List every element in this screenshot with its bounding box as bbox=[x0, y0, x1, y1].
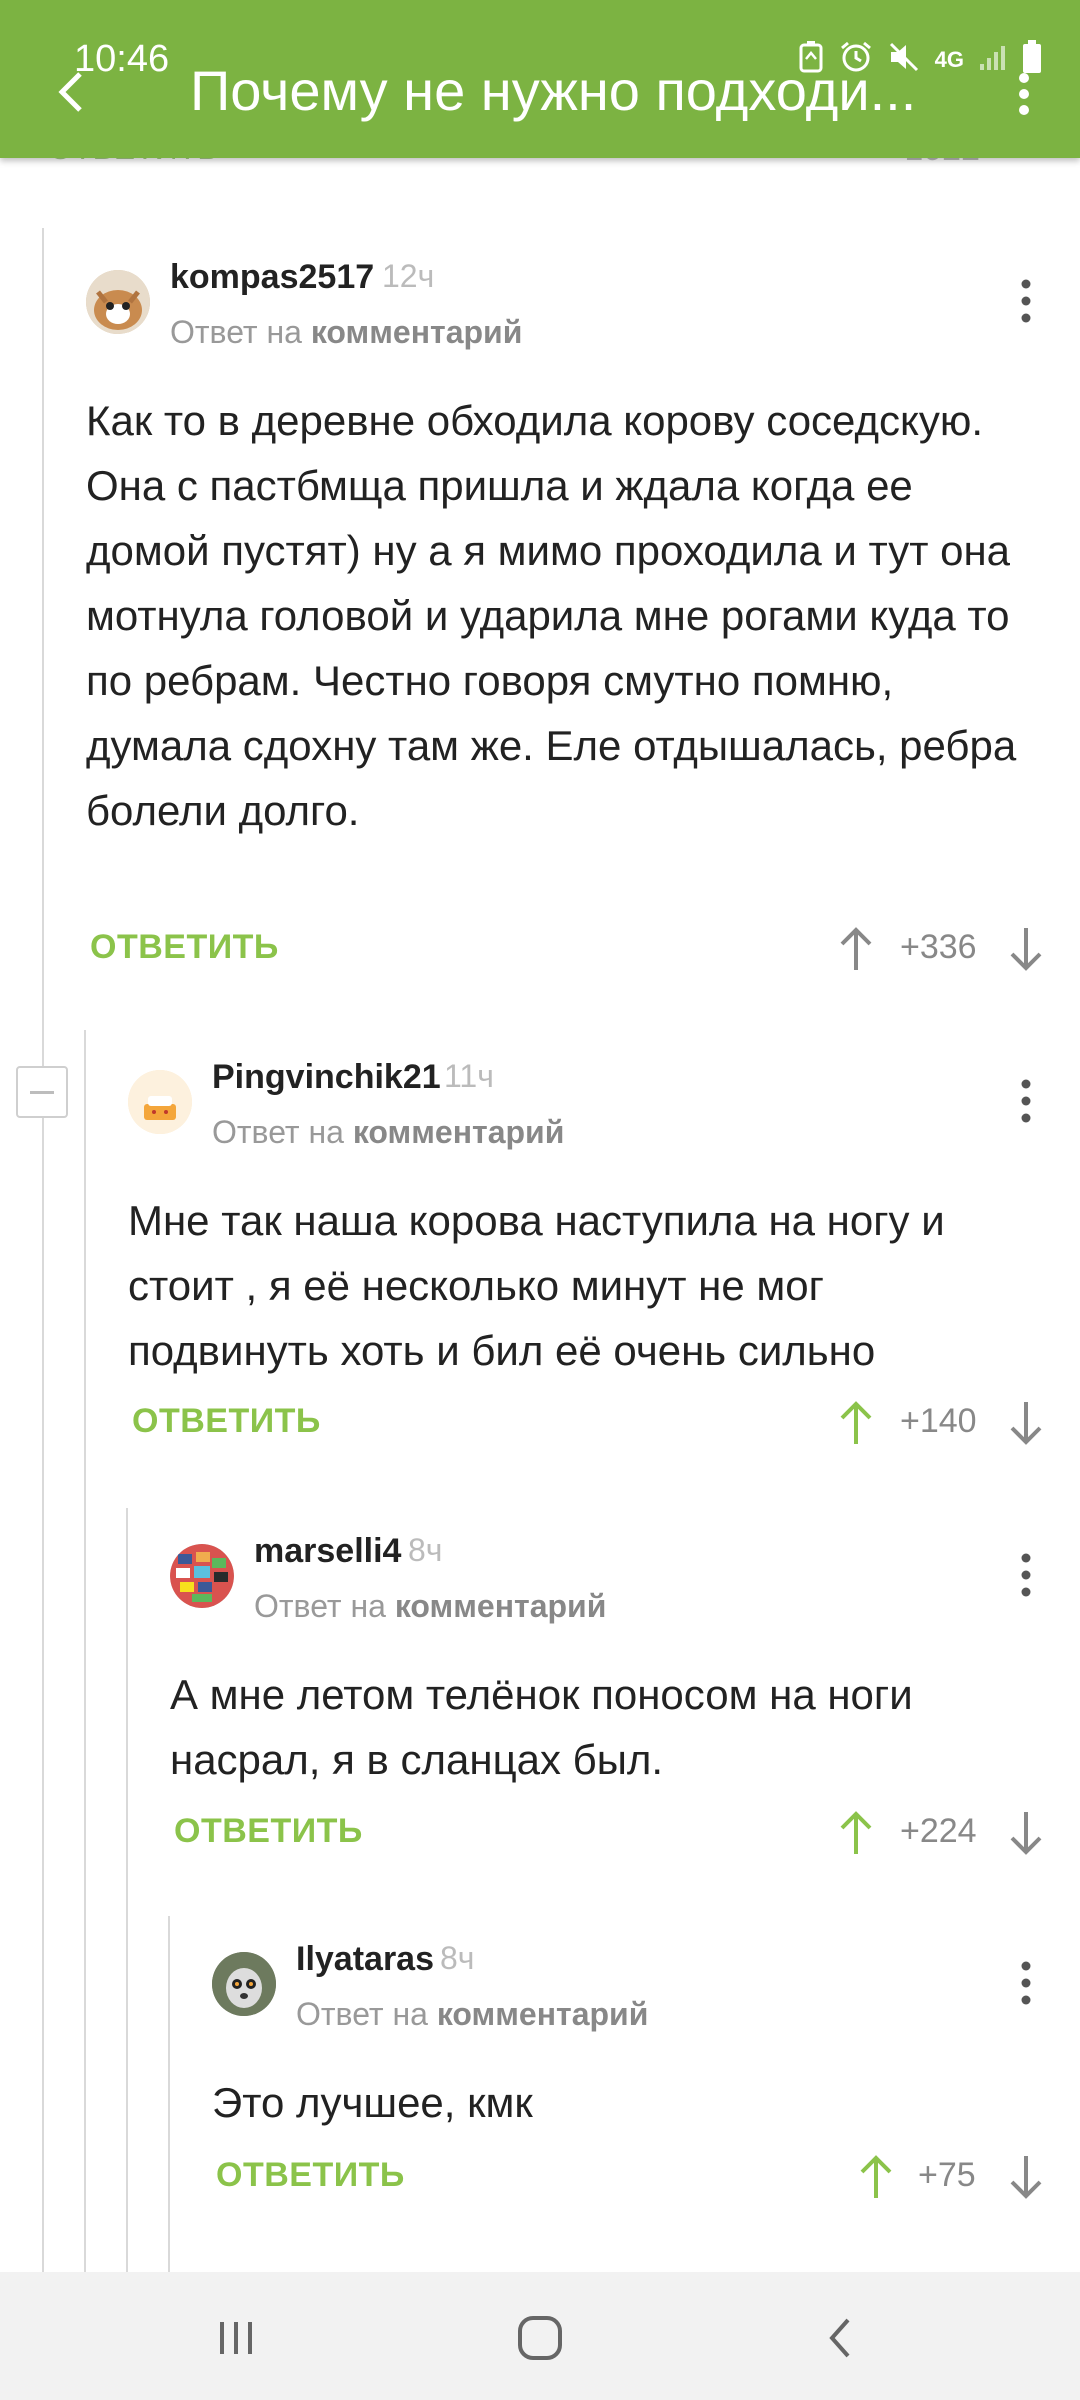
thread-line bbox=[84, 1030, 86, 2272]
home-icon[interactable] bbox=[510, 2308, 570, 2368]
comment-score: +140 bbox=[900, 1402, 977, 1440]
back-arrow-icon[interactable] bbox=[50, 60, 90, 120]
system-nav-bar bbox=[0, 2272, 1080, 2400]
thread-line bbox=[168, 1916, 170, 2272]
recent-apps-icon[interactable] bbox=[206, 2308, 266, 2368]
reply-to-link[interactable]: комментарий bbox=[353, 1114, 565, 1150]
reply-to-prefix: Ответ на bbox=[212, 1114, 344, 1150]
comment-text: Это лучшее, кмк bbox=[212, 2079, 533, 2126]
reply-to-prefix: Ответ на bbox=[170, 314, 302, 350]
page-title: Почему не нужно подходи... bbox=[190, 59, 917, 122]
downvote-arrow-icon[interactable] bbox=[1006, 1808, 1046, 1858]
comment-age: 11ч bbox=[444, 1058, 494, 1094]
downvote-arrow-icon[interactable] bbox=[1006, 924, 1046, 974]
comment-author[interactable]: marselli4 bbox=[254, 1532, 401, 1571]
reply-to-label: Ответ на комментарий bbox=[170, 314, 522, 351]
comment-age: 8ч bbox=[440, 1940, 475, 1976]
reply-to-prefix: Ответ на bbox=[254, 1588, 386, 1624]
thread-line bbox=[42, 228, 44, 2272]
comment-score: +336 bbox=[900, 928, 977, 966]
comment-text: Как то в деревне обходила корову соседск… bbox=[86, 397, 1017, 834]
comment-age: 12ч bbox=[382, 258, 435, 294]
collapse-thread-button[interactable] bbox=[16, 1066, 68, 1118]
comment-menu-icon[interactable] bbox=[1016, 1076, 1036, 1126]
reply-button[interactable]: ОТВЕТИТЬ bbox=[132, 1402, 321, 1441]
reply-button[interactable]: ОТВЕТИТЬ bbox=[216, 2156, 405, 2195]
upvote-arrow-icon[interactable] bbox=[836, 1398, 876, 1448]
cake-avatar[interactable] bbox=[128, 1070, 192, 1134]
reply-to-link[interactable]: комментарий bbox=[437, 1996, 649, 2032]
overflow-menu-icon[interactable] bbox=[1014, 64, 1034, 124]
comment-text: Мне так наша корова наступила на ногу и … bbox=[128, 1197, 945, 1374]
reply-button[interactable]: ОТВЕТИТЬ bbox=[90, 928, 279, 967]
comment-author[interactable]: Pingvinchik21 bbox=[212, 1058, 441, 1097]
comment-author[interactable]: kompas2517 bbox=[170, 258, 374, 297]
signal-icon bbox=[978, 42, 1008, 78]
comment-age: 8ч bbox=[408, 1532, 443, 1568]
thread-line bbox=[126, 1508, 128, 2272]
reply-to-link[interactable]: комментарий bbox=[311, 314, 523, 350]
reply-to-label: Ответ на комментарий bbox=[296, 1996, 648, 2033]
comment-menu-icon[interactable] bbox=[1016, 1958, 1036, 2008]
reply-button[interactable]: ОТВЕТИТЬ bbox=[174, 1812, 363, 1851]
comment-text: А мне летом телёнок поносом на ноги наср… bbox=[170, 1671, 913, 1783]
comment-author[interactable]: Ilyataras bbox=[296, 1940, 434, 1979]
comment-menu-icon[interactable] bbox=[1016, 276, 1036, 326]
comment-score: +75 bbox=[918, 2156, 976, 2194]
cat-avatar[interactable] bbox=[86, 270, 150, 334]
upvote-arrow-icon[interactable] bbox=[836, 1808, 876, 1858]
comment-menu-icon[interactable] bbox=[1016, 1550, 1036, 1600]
reply-to-prefix: Ответ на bbox=[296, 1996, 428, 2032]
app-bar: 10:46 4G Почему не нужно подходи... bbox=[0, 0, 1080, 158]
reply-to-label: Ответ на комментарий bbox=[212, 1114, 564, 1151]
globe-avatar[interactable] bbox=[170, 1544, 234, 1608]
upvote-arrow-icon[interactable] bbox=[856, 2152, 896, 2202]
lemur-avatar[interactable] bbox=[212, 1952, 276, 2016]
back-icon[interactable] bbox=[812, 2308, 872, 2368]
reply-to-link[interactable]: комментарий bbox=[395, 1588, 607, 1624]
reply-to-label: Ответ на комментарий bbox=[254, 1588, 606, 1625]
upvote-arrow-icon[interactable] bbox=[836, 924, 876, 974]
comment-score: +224 bbox=[900, 1812, 977, 1850]
downvote-arrow-icon[interactable] bbox=[1006, 2152, 1046, 2202]
downvote-arrow-icon[interactable] bbox=[1006, 1398, 1046, 1448]
